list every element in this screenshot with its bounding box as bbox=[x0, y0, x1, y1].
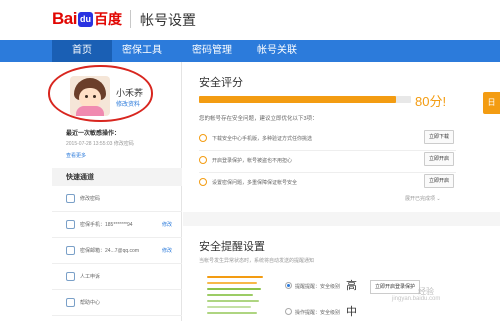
lock-icon bbox=[66, 194, 75, 203]
recent-operation-info: 2015-07-28 13:55:03 修改密码 bbox=[66, 141, 134, 147]
reminder-option-label: 操作提醒：安全级别 bbox=[295, 310, 341, 316]
security-item: 设置密保问题，多重保障保证帐号安全 立即开启 bbox=[199, 174, 479, 192]
main-nav: 首页 密保工具 密码管理 帐号关联 bbox=[0, 40, 500, 62]
logo-bai-text: Bai bbox=[52, 9, 77, 28]
main-content: 安全评分 80分! 日 您的帐号存在安全问题，建议立即优化以下3项： 下载安全中… bbox=[183, 62, 500, 321]
warning-icon bbox=[199, 156, 207, 164]
warning-icon bbox=[199, 178, 207, 186]
mail-icon bbox=[66, 246, 75, 255]
reminder-option-label: 提醒提醒：安全级别 bbox=[295, 284, 341, 290]
security-item-text: 设置密保问题，多重保障保证帐号安全 bbox=[212, 180, 298, 186]
quick-item-label: 密保手机：185*******94 bbox=[80, 222, 133, 228]
logo-cn-text: 百度 bbox=[93, 12, 122, 28]
quick-item-email: 密保邮箱：24...7@qq.com 修改 bbox=[52, 238, 182, 264]
security-item-text: 下载安全中心手机版，多种验证方式任你挑选 bbox=[212, 136, 313, 142]
help-icon bbox=[66, 298, 75, 307]
quick-item-label: 帮助中心 bbox=[80, 300, 101, 306]
security-score-title: 安全评分 bbox=[199, 77, 243, 89]
page-title: 帐号设置 bbox=[140, 12, 196, 28]
tab-password[interactable]: 密码管理 bbox=[180, 40, 244, 62]
reminder-settings-desc: 当帐号发生异常状态时，系统将自动发送的提醒通知 bbox=[199, 258, 315, 264]
quick-item-label: 密保邮箱：24...7@qq.com bbox=[80, 248, 139, 254]
quick-access-title: 快速通道 bbox=[66, 174, 94, 181]
enable-login-protection-button[interactable]: 立即开启 bbox=[424, 152, 454, 166]
reminder-option-radio-medium[interactable] bbox=[285, 308, 292, 315]
tab-security-tools[interactable]: 密保工具 bbox=[112, 40, 172, 62]
quick-item-label: 人工申诉 bbox=[80, 274, 101, 280]
section-divider bbox=[183, 212, 500, 226]
phone-icon bbox=[66, 220, 75, 229]
reminder-level: 高 bbox=[346, 280, 357, 292]
reminder-settings-title: 安全提醒设置 bbox=[199, 241, 265, 253]
enable-login-protection-button-2[interactable]: 立即开启登录保护 bbox=[370, 280, 420, 294]
quick-item-help[interactable]: 帮助中心 bbox=[52, 290, 182, 316]
download-now-button[interactable]: 立即下载 bbox=[424, 130, 454, 144]
security-item-text: 开启登录保护，帐号被盗也不用担心 bbox=[212, 158, 293, 164]
person-icon bbox=[66, 272, 75, 281]
security-score-bar bbox=[199, 96, 411, 103]
security-desc: 您的帐号存在安全问题，建议立即优化以下3项： bbox=[199, 116, 318, 122]
recent-operation-title: 最近一次敏感操作： bbox=[66, 131, 121, 137]
enable-security-question-button[interactable]: 立即开启 bbox=[424, 174, 454, 188]
top-header: Bai du 百度 帐号设置 bbox=[0, 0, 500, 40]
quick-item-appeal[interactable]: 人工申诉 bbox=[52, 264, 182, 290]
security-item: 下载安全中心手机版，多种验证方式任你挑选 立即下载 bbox=[199, 130, 479, 151]
warning-icon bbox=[199, 134, 207, 142]
side-float-tab[interactable]: 日 bbox=[483, 92, 500, 114]
quick-item-label: 修改密码 bbox=[80, 196, 101, 202]
view-more-link[interactable]: 查看更多 bbox=[66, 152, 86, 159]
modify-email-link[interactable]: 修改 bbox=[162, 247, 172, 254]
security-score-fill bbox=[199, 96, 397, 103]
watermark-url: jingyan.baidu.com bbox=[392, 296, 441, 302]
security-level-graphic bbox=[207, 272, 267, 321]
expand-completed-link[interactable]: 展开已完成项 ⌄ bbox=[405, 195, 441, 202]
tab-account-links[interactable]: 帐号关联 bbox=[245, 40, 309, 62]
security-item: 开启登录保护，帐号被盗也不用担心 立即开启 bbox=[199, 152, 479, 173]
modify-phone-link[interactable]: 修改 bbox=[162, 221, 172, 228]
quick-item-phone: 密保手机：185*******94 修改 bbox=[52, 212, 182, 238]
baidu-logo[interactable]: Bai du 百度 bbox=[52, 8, 122, 30]
quick-item-change-password[interactable]: 修改密码 bbox=[52, 186, 182, 212]
security-score-value: 80分! bbox=[415, 94, 447, 109]
header-divider bbox=[130, 10, 131, 28]
paw-icon: du bbox=[77, 11, 93, 27]
tab-home[interactable]: 首页 bbox=[52, 40, 112, 62]
quick-access-header: 快速通道 bbox=[52, 168, 182, 186]
reminder-option-radio-high[interactable] bbox=[285, 282, 292, 289]
annotation-circle bbox=[48, 65, 153, 122]
reminder-level: 中 bbox=[346, 306, 357, 318]
